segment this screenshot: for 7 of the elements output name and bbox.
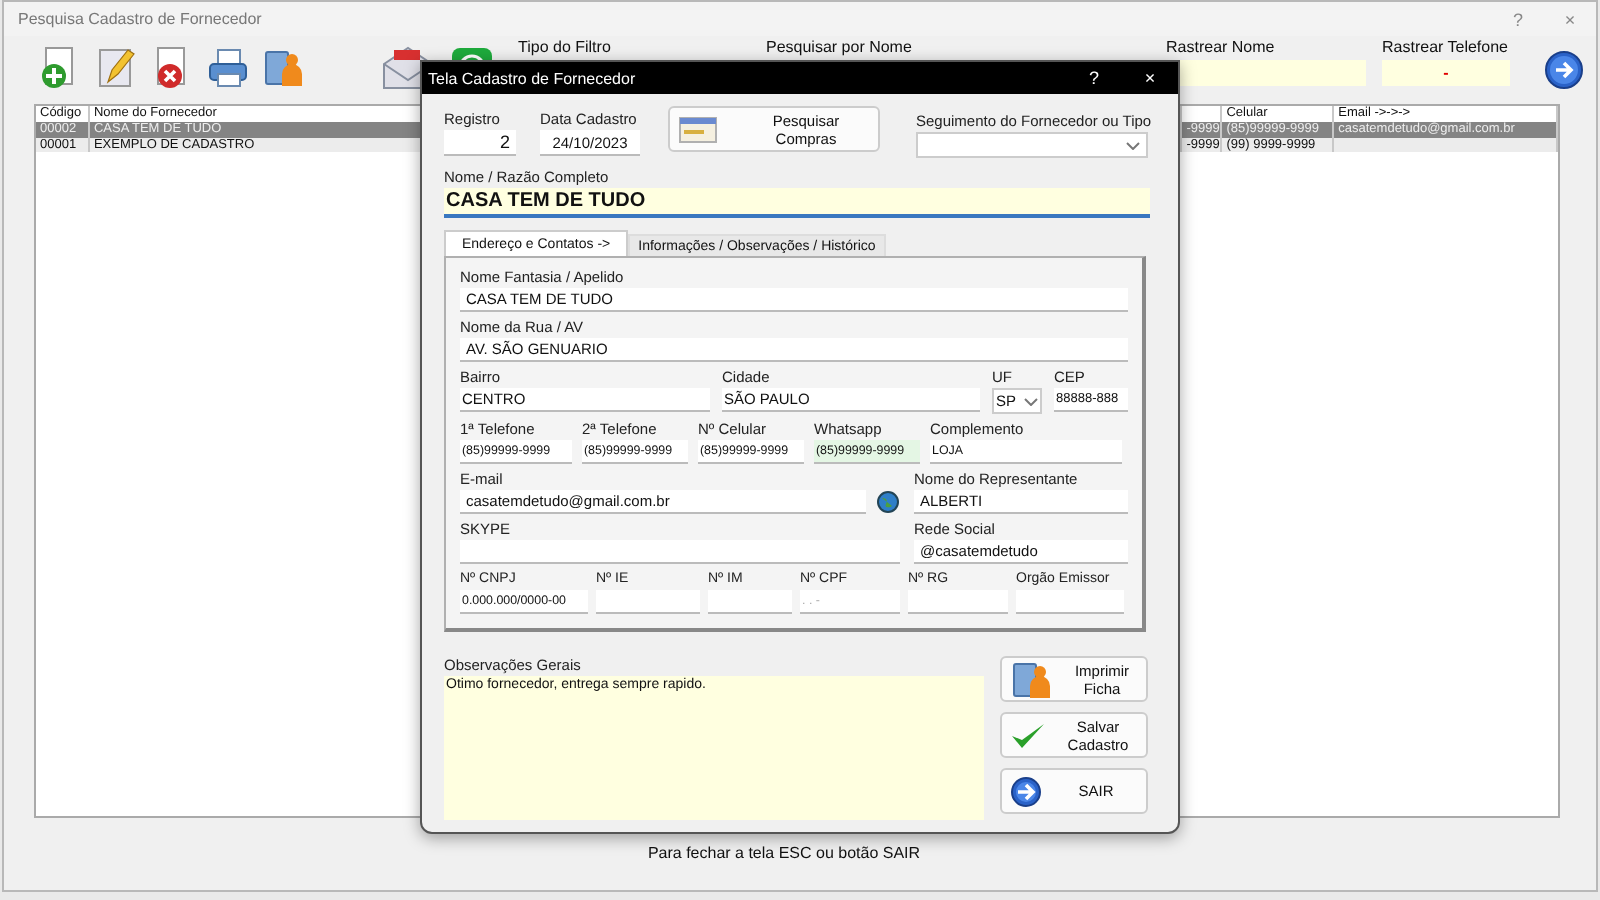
filter-label: Rastrear Telefone bbox=[1382, 38, 1510, 60]
filter-label: Tipo do Filtro bbox=[518, 38, 613, 60]
filter-label: Rastrear Nome bbox=[1166, 38, 1277, 60]
dialog-title: Tela Cadastro de Fornecedor bbox=[428, 69, 636, 87]
filter-label: Pesquisar por Nome bbox=[766, 38, 914, 60]
window-title: Pesquisa Cadastro de Fornecedor bbox=[18, 10, 262, 28]
hint-text: Para fechar a tela ESC ou botão SAIR bbox=[647, 843, 921, 861]
